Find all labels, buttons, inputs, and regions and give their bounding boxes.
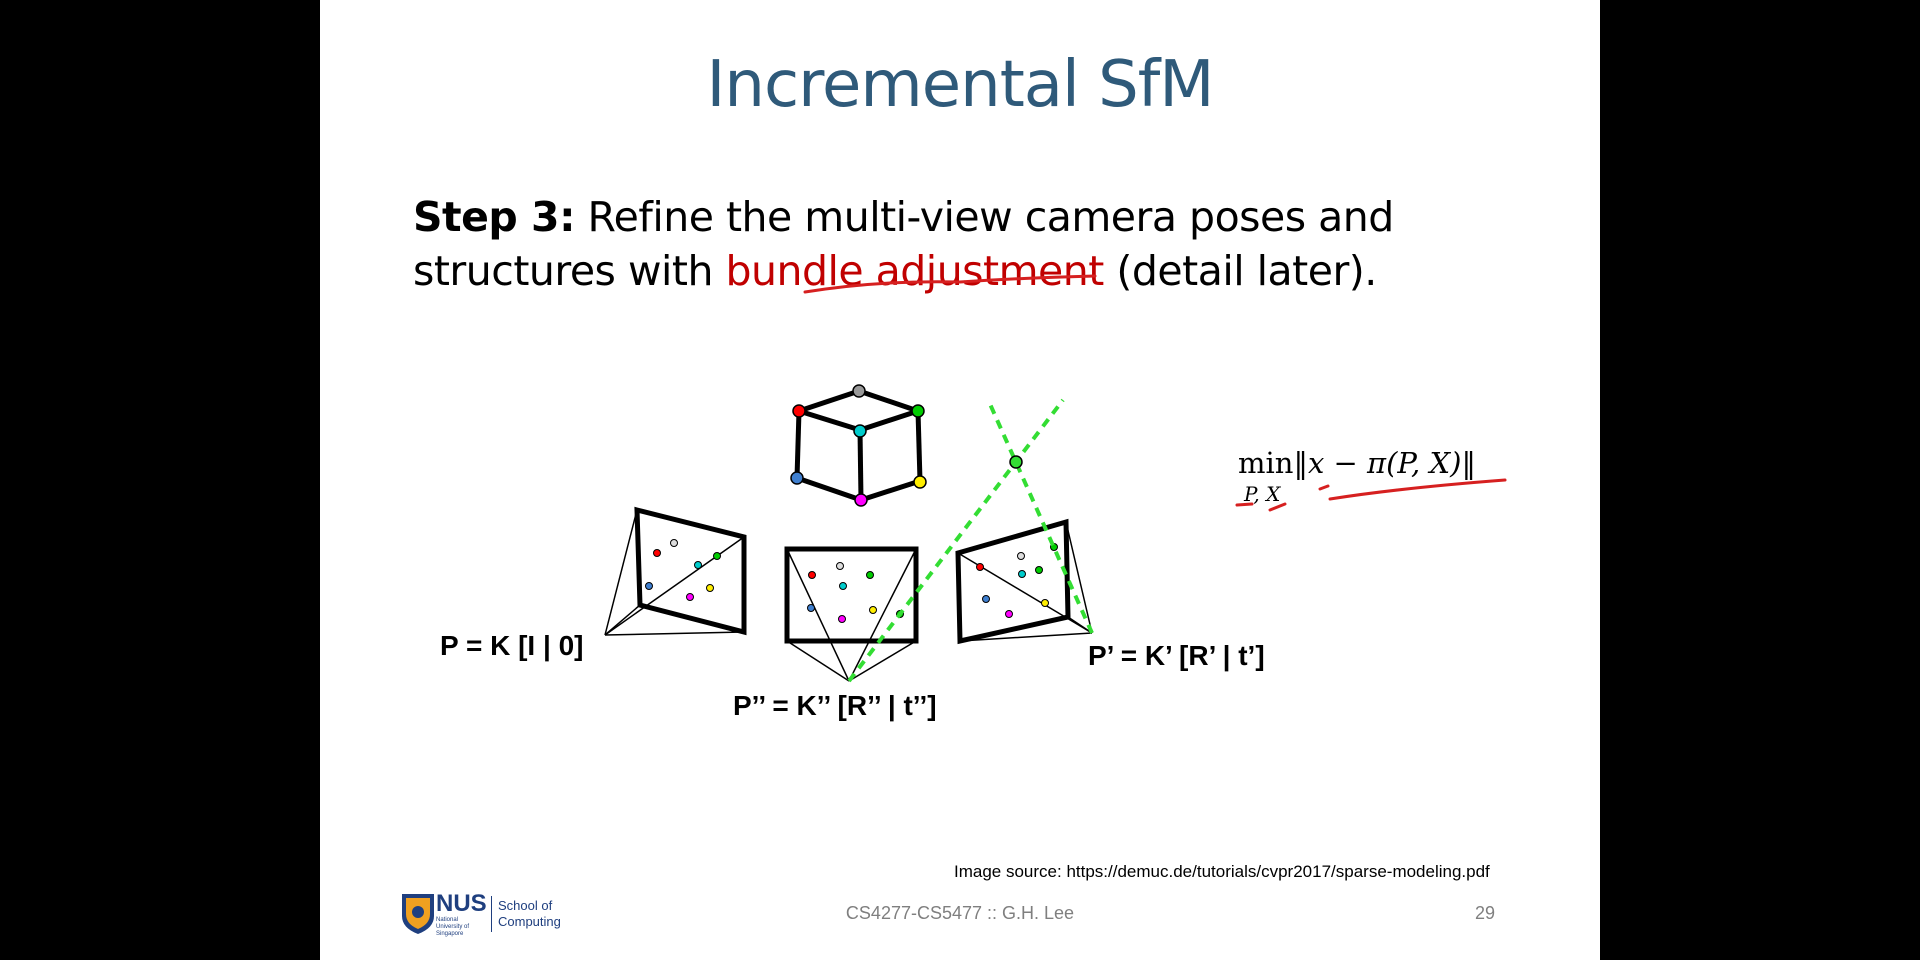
camera-left-points	[645, 539, 721, 601]
formula-operator: min	[1238, 446, 1294, 480]
triangulated-point	[1009, 455, 1023, 469]
camera-middle-points	[807, 562, 904, 623]
handwritten-underline	[803, 274, 1097, 294]
cube	[794, 388, 923, 503]
sfm-diagram	[402, 274, 1507, 934]
formula-subscript: P, X	[1244, 482, 1281, 506]
image-source: Image source: https://demuc.de/tutorials…	[954, 862, 1490, 881]
page-number: 29	[1475, 903, 1496, 923]
camera-left-label: P = K [I | 0]	[440, 630, 584, 661]
formula-expression: ‖x − π(P, X)‖	[1293, 446, 1476, 480]
bundle-adjustment-formula: min‖x − π(P, X)‖ P, X	[1238, 446, 1476, 506]
slide: Incremental SfM Step 3: Refine the multi…	[320, 0, 1600, 960]
camera-right	[955, 518, 1093, 645]
camera-left	[604, 506, 747, 636]
camera-right-points	[976, 543, 1058, 618]
camera-right-label: P’ = K’ [R’ | t’]	[1088, 640, 1265, 671]
camera-middle-label: P’’ = K’’ [R’’ | t’’]	[733, 690, 937, 721]
course-footer: CS4277-CS5477 :: G.H. Lee	[845, 903, 1075, 923]
